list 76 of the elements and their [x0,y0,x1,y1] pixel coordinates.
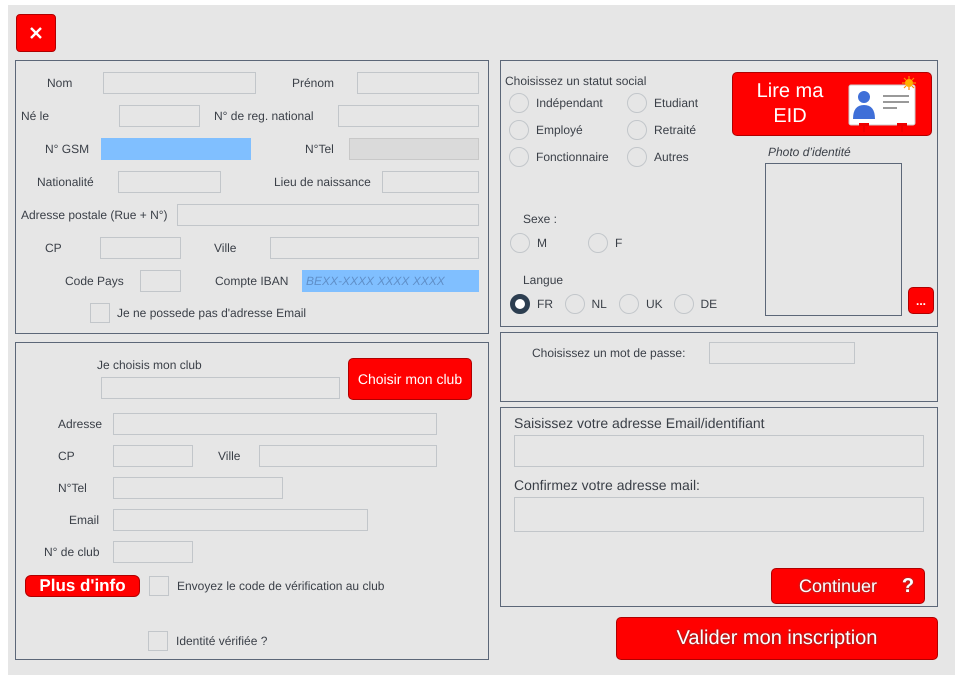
text-field[interactable] [270,237,479,259]
field-label: Choisissez un mot de passe: [532,346,686,360]
text-field[interactable] [338,105,479,127]
submit-button[interactable]: Valider mon inscription [616,617,938,660]
radio-label: DE [700,297,718,311]
field-label: N° de club [44,545,100,559]
field-label: CP [45,241,63,255]
text-field[interactable] [709,342,855,364]
field-label: N°Tel [305,142,335,156]
field-label: Adresse postale (Rue + N°) [21,208,169,222]
photo-label: Photo d’identité [768,145,852,159]
text-field[interactable] [118,171,221,193]
field-label: Adresse [58,417,104,431]
radio-label: Retraité [654,123,696,137]
field-label: Ville [214,241,238,255]
id-card-icon [847,75,919,133]
choose-club-button[interactable]: Choisir mon club [348,358,472,400]
text-field[interactable] [119,105,200,127]
field-label: Compte IBAN [215,274,290,288]
radio-label: Indépendant [536,96,603,110]
browse-button[interactable]: ... [908,287,934,314]
text-field[interactable] [113,477,283,499]
field-label: Langue [523,273,564,287]
close-icon [30,27,42,39]
text-field[interactable] [259,445,437,467]
radio-label: Employé [536,123,583,137]
text-field[interactable] [514,497,924,532]
field-label: Nom [47,76,74,90]
read-eid-button[interactable]: Lire ma EID [732,72,932,136]
text-field[interactable] [103,72,256,94]
radio-label: F [615,236,622,250]
field-label: N° de reg. national [214,109,315,123]
text-field[interactable] [113,413,437,435]
radio-label: Etudiant [654,96,698,110]
field-label: Sexe : [523,212,558,226]
field-label: Je choisis mon club [97,358,203,372]
radio-label: Fonctionnaire [536,150,609,164]
text-field[interactable] [140,270,181,292]
field-label: N°Tel [58,481,88,495]
checkbox-label: Je ne possede pas d'adresse Email [117,306,306,320]
field-label: CP [58,449,76,463]
field-label: Ville [218,449,242,463]
field-label: Confirmez votre adresse mail: [514,477,701,493]
text-field[interactable] [177,204,479,226]
field-label: N° GSM [45,142,90,156]
text-field[interactable] [100,237,181,259]
text-field[interactable] [113,541,193,563]
field-label: Nationalité [37,175,95,189]
text-field[interactable] [382,171,479,193]
radio-label: Autres [654,150,689,164]
radio-label: NL [592,297,607,311]
field-label: Code Pays [65,274,125,288]
checkbox-label: Envoyez le code de vérification au club [177,579,384,593]
text-field[interactable] [514,435,924,467]
text-field[interactable] [113,445,193,467]
text-field[interactable] [101,138,251,160]
section-title: Choisissez un statut social [505,74,648,88]
radio-button[interactable] [510,294,530,314]
radio-label: FR [537,297,553,311]
checkbox[interactable] [90,303,110,323]
close-button[interactable] [16,14,56,52]
field-label: Email [69,513,100,527]
field-label: Né le [21,109,50,123]
text-field[interactable] [357,72,479,94]
radio-label: UK [646,297,663,311]
checkbox[interactable] [148,631,168,651]
checkbox-label: Identité vérifiée ? [176,634,268,648]
more-info-button[interactable]: Plus d'info [25,575,140,597]
text-field[interactable] [101,377,340,399]
checkbox[interactable] [149,576,169,596]
text-field[interactable] [113,509,368,531]
field-label: Saisissez votre adresse Email/identifiant [514,415,766,431]
field-label: Prénom [292,76,336,90]
radio-label: M [537,236,547,250]
field-label: Lieu de naissance [274,175,372,189]
continue-button[interactable]: Continuer ? [771,568,925,604]
